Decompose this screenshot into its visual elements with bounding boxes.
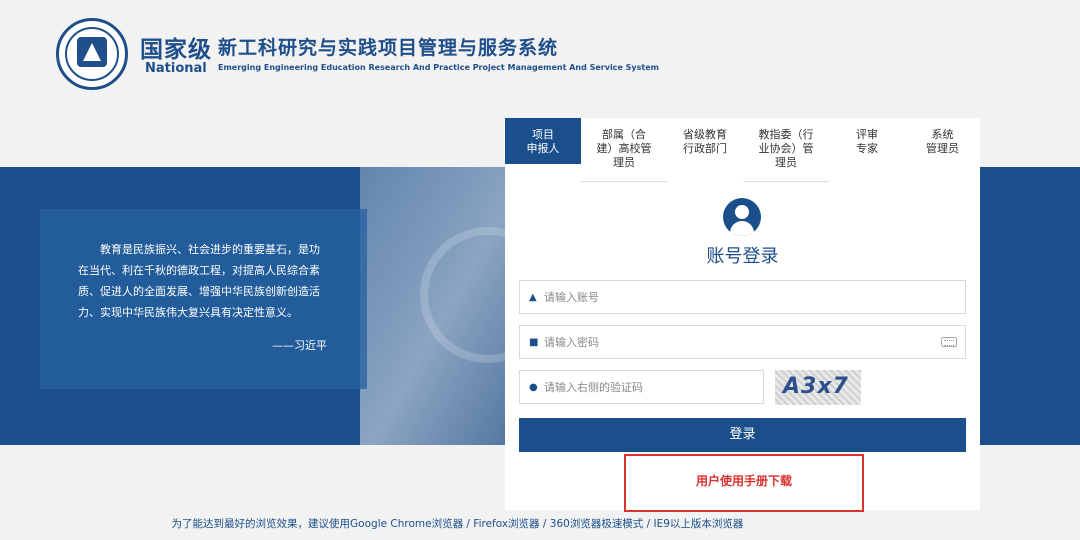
user-icon: ▲ bbox=[529, 292, 537, 303]
tab-committee-admin[interactable]: 教指委（行 业协会）管 理员 bbox=[743, 118, 829, 182]
keyboard-icon[interactable] bbox=[941, 337, 957, 347]
password-input[interactable] bbox=[544, 326, 924, 358]
tab-review-expert[interactable]: 评审 专家 bbox=[829, 118, 905, 182]
brand-title-cn: 国家级 bbox=[140, 37, 212, 63]
manual-highlight-box: 用户使用手册下载 bbox=[624, 454, 864, 512]
university-logo-icon bbox=[56, 18, 128, 90]
tab-label: 项目 申报人 bbox=[526, 128, 560, 155]
system-title-en: Emerging Engineering Education Research … bbox=[218, 63, 659, 72]
browser-tip: 为了能达到最好的浏览效果，建议使用Google Chrome浏览器 / Fire… bbox=[171, 518, 744, 530]
header: 国家级 National 新工科研究与实践项目管理与服务系统 Emerging … bbox=[0, 0, 1080, 110]
role-tabs: 项目 申报人 部属（合 建）高校管 理员 省级教育 行政部门 教指委（行 业协会）管 理员 … bbox=[505, 118, 980, 182]
user-avatar-icon bbox=[723, 198, 761, 236]
account-field[interactable]: ▲ bbox=[519, 280, 966, 314]
login-title: 账号登录 bbox=[706, 246, 779, 267]
captcha-image[interactable]: A3x7 bbox=[775, 370, 861, 405]
tab-provincial-education[interactable]: 省级教育 行政部门 bbox=[667, 118, 743, 182]
captcha-input[interactable] bbox=[544, 371, 924, 403]
quote-box: 教育是民族振兴、社会进步的重要基石，是功在当代、利在千秋的德政工程，对提高人民综… bbox=[40, 209, 367, 389]
tab-project-applicant[interactable]: 项目 申报人 bbox=[505, 118, 581, 164]
tab-label: 评审 专家 bbox=[856, 128, 878, 155]
captcha-field[interactable]: ● bbox=[519, 370, 924, 404]
login-panel: 项目 申报人 部属（合 建）高校管 理员 省级教育 行政部门 教指委（行 业协会）管 理员 … bbox=[505, 118, 980, 512]
manual-download-link[interactable]: 用户使用手册下载 bbox=[626, 472, 862, 489]
system-title-cn: 新工科研究与实践项目管理与服务系统 bbox=[218, 37, 559, 59]
tab-system-admin[interactable]: 系统 管理员 bbox=[905, 118, 980, 182]
captcha-text: A3x7 bbox=[783, 374, 849, 399]
tab-label: 系统 管理员 bbox=[926, 128, 959, 155]
password-field[interactable]: ■ bbox=[519, 325, 966, 359]
tab-label: 教指委（行 业协会）管 理员 bbox=[758, 128, 814, 169]
lock-icon: ■ bbox=[529, 337, 539, 348]
quote-text: 教育是民族振兴、社会进步的重要基石，是功在当代、利在千秋的德政工程，对提高人民综… bbox=[78, 243, 320, 319]
check-circle-icon: ● bbox=[529, 382, 538, 393]
tab-label: 省级教育 行政部门 bbox=[683, 128, 727, 155]
login-button[interactable]: 登录 bbox=[519, 418, 966, 452]
tab-label: 部属（合 建）高校管 理员 bbox=[596, 128, 652, 169]
brand-title-en: National bbox=[145, 61, 207, 76]
quote-author: ——习近平 bbox=[272, 339, 327, 352]
account-input[interactable] bbox=[544, 281, 924, 313]
tab-university-admin[interactable]: 部属（合 建）高校管 理员 bbox=[581, 118, 667, 182]
